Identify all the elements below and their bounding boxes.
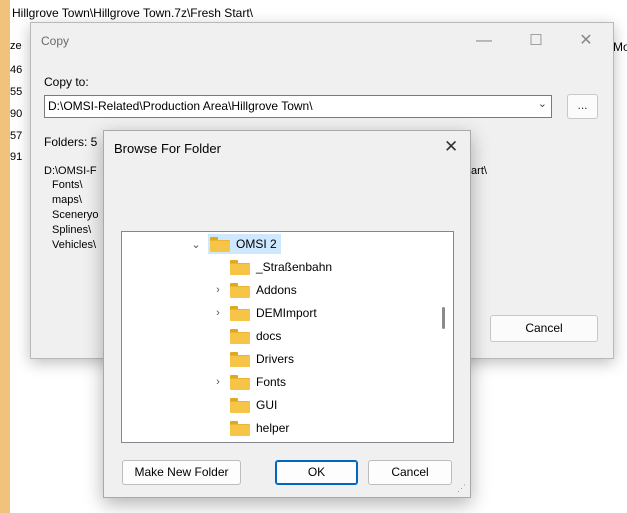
tree-item[interactable]: _Straßenbahn (230, 256, 332, 278)
maximize-button[interactable]: ☐ (513, 23, 559, 59)
folder-icon (230, 421, 250, 436)
folder-icon (210, 237, 230, 252)
ok-button[interactable]: OK (275, 460, 358, 485)
copy-to-label: Copy to: (44, 75, 89, 89)
chevron-right-icon[interactable]: › (212, 307, 224, 319)
make-new-folder-button[interactable]: Make New Folder (122, 460, 241, 485)
copy-dialog-title: Copy (41, 34, 70, 48)
size-cell: 55 (10, 86, 23, 98)
browse-dialog-title: Browse For Folder (114, 141, 221, 156)
chevron-down-icon[interactable]: ⌄ (190, 238, 202, 251)
tree-scrollbar-thumb[interactable] (442, 307, 445, 329)
address-path[interactable]: Hillgrove Town\Hillgrove Town.7z\Fresh S… (12, 6, 253, 20)
size-cell: 46 (10, 64, 23, 76)
source-path: D:\OMSI-F (44, 165, 97, 177)
list-item: Fonts\ (52, 179, 83, 191)
list-item: Sceneryo (52, 209, 99, 221)
folder-icon (230, 306, 250, 321)
tree-item[interactable]: › DEMImport (212, 302, 317, 324)
size-cell: 57 (10, 130, 23, 142)
browse-cancel-button[interactable]: Cancel (368, 460, 452, 485)
folder-icon (230, 375, 250, 390)
folder-icon (230, 398, 250, 413)
list-item: Vehicles\ (52, 239, 97, 251)
close-button[interactable]: ✕ (563, 23, 609, 59)
tree-item[interactable]: docs (230, 325, 281, 347)
folders-count-label: Folders: 5 (44, 135, 98, 149)
size-cell: 90 (10, 108, 23, 120)
chevron-right-icon[interactable]: › (212, 284, 224, 296)
size-cell: 91 (10, 151, 23, 163)
tree-item-label: docs (256, 329, 282, 343)
tree-item[interactable]: Drivers (230, 348, 294, 370)
close-icon[interactable]: ✕ (444, 137, 458, 157)
chevron-right-icon[interactable]: › (212, 376, 224, 388)
copy-to-combobox[interactable]: D:\OMSI-Related\Production Area\Hillgrov… (44, 95, 552, 118)
resize-grip-icon[interactable]: ⋰ (457, 483, 466, 494)
tree-item[interactable]: helper (230, 417, 289, 439)
tree-item-label: _Straßenbahn (256, 260, 333, 274)
browse-button[interactable]: ... (567, 94, 598, 119)
tree-item-omsi2[interactable]: ⌄ OMSI 2 (190, 233, 281, 255)
tree-item[interactable]: › Addons (212, 279, 297, 301)
tree-item-label: Fonts (256, 375, 287, 389)
tree-item[interactable]: › Fonts (212, 371, 286, 393)
tree-item-label: Drivers (256, 352, 294, 366)
folder-icon (230, 352, 250, 367)
tree-item-label: Addons (256, 283, 297, 297)
modified-column-header[interactable]: Mo (613, 40, 627, 54)
list-item: Splines\ (52, 224, 92, 236)
list-item: maps\ (52, 194, 82, 206)
browse-for-folder-dialog: Browse For Folder ✕ ⌄ OMSI 2 _Straßenbah… (103, 130, 471, 498)
minimize-button[interactable]: — (461, 23, 507, 59)
folder-icon (230, 260, 250, 275)
tree-item[interactable]: GUI (230, 394, 277, 416)
folder-icon (230, 283, 250, 298)
tree-item-label: GUI (256, 398, 278, 412)
chevron-down-icon[interactable]: ⌄ (538, 97, 547, 110)
folder-icon (230, 329, 250, 344)
size-column-header[interactable]: ze (10, 40, 22, 52)
folder-tree[interactable]: ⌄ OMSI 2 _Straßenbahn › Addons › DEMImpo… (121, 231, 454, 443)
copy-cancel-button[interactable]: Cancel (490, 315, 598, 342)
copy-to-value[interactable]: D:\OMSI-Related\Production Area\Hillgrov… (48, 99, 313, 113)
tree-item-label: OMSI 2 (236, 237, 277, 251)
tree-item-label: helper (256, 421, 290, 435)
tree-item-label: DEMImport (256, 306, 317, 320)
